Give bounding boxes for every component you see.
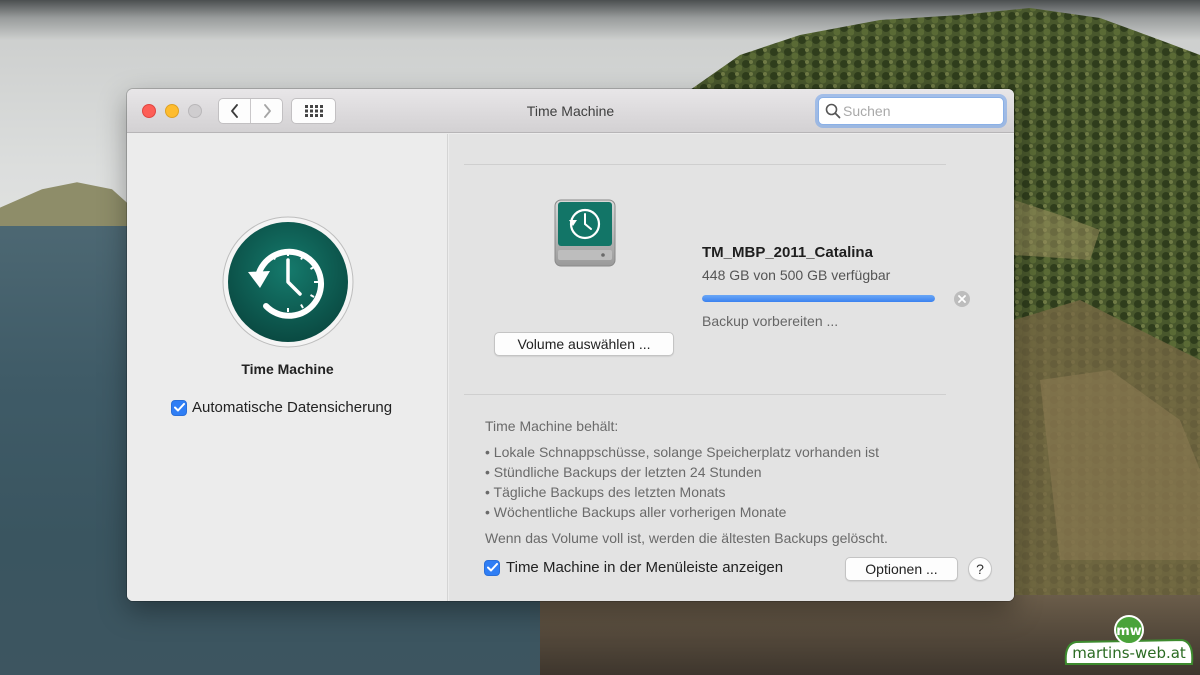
checkmark-icon (173, 403, 185, 412)
show-all-button[interactable] (291, 98, 336, 124)
close-icon (958, 295, 966, 303)
checkmark-icon (486, 563, 498, 572)
left-pane: Time Machine Automatische Datensicherung (127, 134, 448, 601)
automatic-backup-option[interactable]: Automatische Datensicherung (171, 399, 392, 416)
retention-list: Lokale Schnappschüsse, solange Speicherp… (485, 442, 888, 522)
back-button[interactable] (219, 99, 250, 123)
cancel-backup-button[interactable] (954, 291, 970, 307)
list-item: Wöchentliche Backups aller vorherigen Mo… (485, 502, 888, 522)
chevron-right-icon (263, 104, 271, 118)
right-pane: Volume auswählen ... TM_MBP_2011_Catalin… (449, 134, 1014, 601)
minimize-window-button[interactable] (165, 104, 179, 118)
automatic-backup-checkbox[interactable] (171, 399, 187, 416)
backup-disk-free-space: 448 GB von 500 GB verfügbar (702, 267, 891, 283)
search-input[interactable] (843, 103, 993, 119)
martins-web-watermark: mw martins-web.at (1062, 614, 1196, 670)
watermark-text: martins-web.at (1072, 644, 1186, 662)
backup-disk-name: TM_MBP_2011_Catalina (702, 244, 873, 261)
svg-text:mw: mw (1116, 624, 1142, 639)
retention-heading: Time Machine behält: (485, 418, 619, 434)
list-item: Stündliche Backups der letzten 24 Stunde… (485, 462, 888, 482)
search-field[interactable] (818, 97, 1004, 125)
zoom-window-button[interactable] (188, 104, 202, 118)
show-in-menubar-label: Time Machine in der Menüleiste anzeigen (506, 559, 784, 576)
forward-button[interactable] (250, 99, 282, 123)
time-machine-preferences-window: Time Machine Suchen Time Machine Automat… (127, 89, 1014, 601)
retention-info: Time Machine behält: Lokale Schnappschüs… (485, 416, 888, 548)
show-in-menubar-option[interactable]: Time Machine in der Menüleiste anzeigen (484, 559, 783, 576)
close-window-button[interactable] (142, 104, 156, 118)
top-divider (464, 164, 946, 165)
navigation-buttons (218, 98, 283, 124)
options-button[interactable]: Optionen ... (845, 557, 958, 581)
select-volume-button[interactable]: Volume auswählen ... (494, 332, 674, 356)
backup-progress-bar (702, 295, 935, 302)
middle-divider (464, 394, 946, 395)
chevron-left-icon (230, 104, 238, 118)
help-button[interactable]: ? (968, 557, 992, 581)
time-machine-icon (222, 216, 354, 348)
automatic-backup-label: Automatische Datensicherung (192, 399, 393, 416)
backup-progress-fill (702, 295, 935, 302)
grid-icon (304, 105, 323, 117)
retention-footer: Wenn das Volume voll ist, werden die ält… (485, 530, 888, 546)
search-icon (825, 103, 841, 119)
show-in-menubar-checkbox[interactable] (484, 559, 500, 576)
list-item: Tägliche Backups des letzten Monats (485, 482, 888, 502)
backup-status-text: Backup vorbereiten ... (702, 313, 839, 329)
backup-drive-icon (554, 199, 616, 267)
title-bar: Time Machine (127, 89, 1014, 133)
pane-title: Time Machine (241, 361, 334, 377)
list-item: Lokale Schnappschüsse, solange Speicherp… (485, 442, 888, 462)
